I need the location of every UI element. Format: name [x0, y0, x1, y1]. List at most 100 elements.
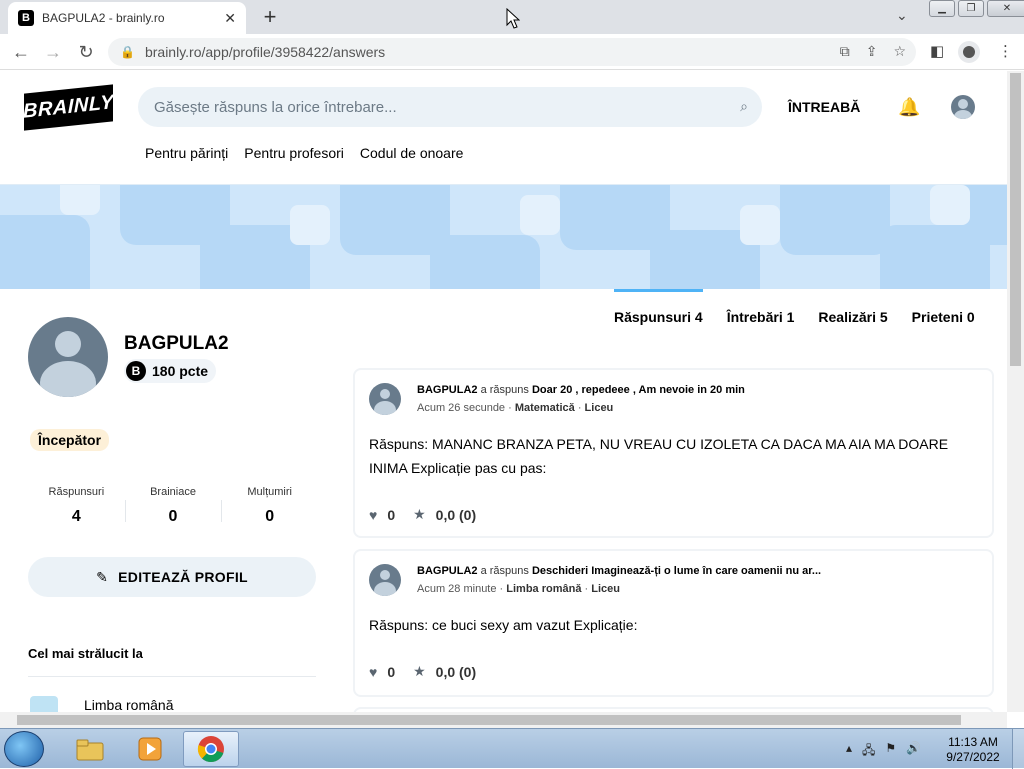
stat-label: Mulțumiri — [247, 486, 292, 498]
answer-text[interactable]: Răspuns: ce buci sexy am vazut Explicați… — [369, 613, 981, 637]
translate-icon[interactable]: ⧉ — [840, 43, 850, 60]
stat-value: 4 — [71, 508, 81, 525]
answer-actions: ♥ 0 ★ 0,0 (0) — [369, 663, 476, 680]
search-icon[interactable]: ⌕ — [740, 98, 748, 115]
side-panel-icon[interactable]: ◧ — [930, 42, 944, 60]
restore-button[interactable]: ❐ — [958, 0, 984, 17]
tab-achievements[interactable]: Realizări 5 — [818, 289, 887, 325]
tab-questions[interactable]: Întrebări 1 — [727, 289, 795, 325]
answer-actions: ♥ 0 ★ 0,0 (0) — [369, 506, 476, 523]
user-avatar-icon[interactable] — [951, 95, 975, 119]
star-icon[interactable]: ★ — [413, 506, 426, 523]
answer-question-link[interactable]: Deschideri Imaginează-ți o lume în care … — [532, 565, 821, 577]
lock-icon: 🔒 — [120, 45, 135, 59]
tab-search-chevron-icon[interactable]: ⌄ — [896, 7, 908, 24]
heart-icon[interactable]: ♥ — [369, 507, 377, 523]
answer-level[interactable]: Liceu — [585, 402, 614, 414]
vertical-scroll-thumb[interactable] — [1010, 73, 1021, 366]
vertical-scrollbar[interactable] — [1007, 71, 1024, 712]
ask-button[interactable]: ÎNTREABĂ — [788, 99, 860, 115]
answer-avatar[interactable] — [369, 383, 401, 415]
browser-toolbar: ← → ↻ 🔒 brainly.ro/app/profile/3958422/a… — [0, 34, 1024, 70]
banner-pattern — [0, 185, 1007, 289]
answer-meta: Acum 28 minute · Limba română · Liceu — [417, 583, 620, 595]
profile-banner — [0, 184, 1007, 289]
horizontal-scroll-thumb[interactable] — [17, 715, 961, 725]
heart-icon[interactable]: ♥ — [369, 664, 377, 680]
start-button[interactable] — [4, 731, 44, 767]
answer-verb: a răspuns — [480, 384, 529, 396]
clock-date: 9/27/2022 — [946, 750, 1000, 764]
taskbar-clock[interactable]: 11:13 AM 9/27/2022 — [938, 735, 1008, 765]
like-count: 0 — [387, 506, 396, 523]
answer-question-link[interactable]: Doar 20 , repedeee , Am nevoie in 20 min — [532, 384, 745, 396]
clock-time: 11:13 AM — [948, 735, 998, 749]
star-icon[interactable]: ★ — [413, 663, 426, 680]
show-hidden-icons-icon[interactable]: ▴ — [846, 741, 852, 762]
action-center-flag-icon[interactable]: ⚑ — [885, 741, 896, 762]
answer-username[interactable]: BAGPULA2 — [417, 384, 478, 396]
profile-username: BAGPULA2 — [124, 333, 229, 354]
pencil-icon: ✎ — [96, 568, 109, 585]
rating-value: 0,0 (0) — [435, 506, 477, 523]
bookmark-star-icon[interactable]: ☆ — [893, 43, 906, 60]
edit-profile-button[interactable]: ✎ EDITEAZĂ PROFIL — [28, 557, 316, 597]
menu-kebab-icon[interactable]: ⋮ — [998, 42, 1013, 60]
brainly-logo[interactable]: BRAINLY — [23, 84, 114, 131]
stat-label: Răspunsuri — [48, 486, 105, 498]
brightest-subject[interactable]: Limba română — [84, 697, 174, 712]
back-arrow-icon[interactable]: ← — [10, 42, 32, 62]
reload-icon[interactable]: ↻ — [75, 42, 97, 62]
answer-text[interactable]: Răspuns: MANANC BRANZA PETA, NU VREAU CU… — [369, 432, 981, 480]
profile-avatar — [28, 317, 108, 397]
media-player-icon — [138, 737, 162, 761]
network-icon[interactable]: 🖧 — [862, 741, 875, 762]
answer-level[interactable]: Liceu — [591, 583, 620, 595]
browser-profile-icon[interactable] — [958, 41, 980, 63]
page-viewport: BRAINLY Găsește răspuns la orice întreba… — [0, 71, 1007, 712]
subnav-teachers-link[interactable]: Pentru profesori — [244, 145, 344, 161]
profile-tabs: Răspunsuri 4 Întrebări 1 Realizări 5 Pri… — [614, 289, 975, 325]
answer-username[interactable]: BAGPULA2 — [417, 565, 478, 577]
book-icon — [30, 696, 58, 712]
minimize-button[interactable]: ▁ — [929, 0, 955, 17]
subnav-parents-link[interactable]: Pentru părinți — [145, 145, 228, 161]
answer-subject[interactable]: Limba română — [506, 583, 581, 595]
tab-answers[interactable]: Răspunsuri 4 — [614, 289, 703, 325]
stat-value: 0 — [168, 508, 178, 525]
browser-tab[interactable]: B BAGPULA2 - brainly.ro ✕ — [8, 2, 246, 34]
search-input[interactable]: Găsește răspuns la orice întrebare... ⌕ — [138, 87, 762, 127]
mouse-cursor-icon — [506, 8, 520, 29]
rating-value: 0,0 (0) — [435, 663, 477, 680]
explorer-taskbar-button[interactable] — [62, 731, 118, 767]
answer-time: Acum 26 secunde — [417, 402, 506, 414]
subnav-honor-code-link[interactable]: Codul de onoare — [360, 145, 464, 161]
answer-verb: a răspuns — [480, 565, 529, 577]
answer-avatar[interactable] — [369, 564, 401, 596]
url-text: brainly.ro/app/profile/3958422/answers — [144, 44, 386, 60]
close-tab-icon[interactable]: ✕ — [224, 10, 236, 27]
tab-title: BAGPULA2 - brainly.ro — [42, 11, 165, 25]
rank-badge: Începător — [30, 429, 110, 451]
chrome-icon — [197, 736, 224, 763]
search-placeholder: Găsește răspuns la orice întrebare... — [154, 98, 397, 116]
edit-profile-label: EDITEAZĂ PROFIL — [118, 569, 248, 585]
forward-arrow-icon[interactable]: → — [42, 42, 64, 62]
media-player-taskbar-button[interactable] — [122, 731, 178, 767]
volume-icon[interactable]: 🔊 — [906, 741, 921, 762]
share-icon[interactable]: ⇪ — [866, 43, 878, 60]
brainly-favicon-icon: B — [18, 10, 34, 26]
answer-header: BAGPULA2 a răspuns Deschideri Imaginează… — [417, 565, 821, 577]
new-tab-button[interactable]: + — [258, 5, 282, 29]
horizontal-scrollbar[interactable] — [0, 712, 1007, 728]
tab-friends[interactable]: Prieteni 0 — [912, 289, 975, 325]
address-bar[interactable]: 🔒 brainly.ro/app/profile/3958422/answers… — [108, 38, 916, 66]
bell-icon[interactable]: 🔔 — [898, 97, 920, 118]
close-window-button[interactable]: ✕ — [987, 0, 1024, 17]
profile-stats: Răspunsuri 4 Brainiace 0 Mulțumiri 0 — [28, 486, 318, 530]
chrome-taskbar-button[interactable] — [183, 731, 239, 767]
answer-subject[interactable]: Matematică — [515, 402, 575, 414]
stat-value: 0 — [265, 508, 275, 525]
show-desktop-button[interactable] — [1012, 729, 1024, 769]
like-count: 0 — [387, 663, 396, 680]
